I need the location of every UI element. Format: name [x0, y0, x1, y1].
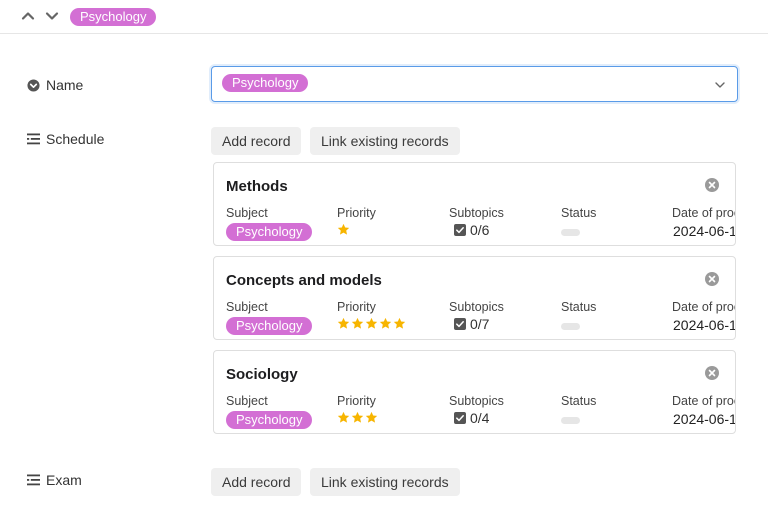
- next-record-button[interactable]: [44, 8, 60, 24]
- record-card[interactable]: Concepts and models Subject Priority Sub…: [213, 256, 736, 340]
- subject-column-label: Subject: [226, 300, 268, 314]
- star-icon: [365, 317, 378, 329]
- priority-column-label: Priority: [337, 300, 376, 314]
- date-value: 2024-06-1: [673, 411, 736, 427]
- record-title: Concepts and models: [226, 272, 382, 289]
- subtopics-progress: 0/7: [454, 316, 489, 332]
- close-circle-icon: [705, 178, 719, 192]
- subtopics-count: 0/6: [470, 222, 490, 238]
- name-field-label: Name: [27, 77, 83, 93]
- list-icon: [27, 474, 40, 486]
- subject-chip: Psychology: [226, 411, 313, 429]
- record-title-chip: Psychology: [70, 8, 157, 26]
- subtopics-column-label: Subtopics: [449, 206, 504, 220]
- subject-column-label: Subject: [226, 394, 268, 408]
- checkbox-icon: [454, 224, 466, 236]
- exam-field-label: Exam: [27, 472, 82, 488]
- date-column-label: Date of proc: [672, 206, 736, 220]
- name-select[interactable]: Psychology: [211, 66, 738, 102]
- schedule-field-label: Schedule: [27, 131, 104, 147]
- previous-record-button[interactable]: [20, 8, 36, 24]
- priority-rating: [337, 411, 378, 424]
- star-icon: [393, 317, 406, 329]
- date-value: 2024-06-1: [673, 223, 736, 239]
- subtopics-progress: 0/4: [454, 410, 489, 426]
- status-empty-pill: [561, 229, 580, 236]
- subtopics-column-label: Subtopics: [449, 394, 504, 408]
- schedule-add-record-button[interactable]: Add record: [211, 127, 302, 155]
- subject-column-label: Subject: [226, 206, 268, 220]
- record-title: Methods: [226, 178, 288, 195]
- name-label-text: Name: [46, 77, 84, 93]
- star-icon: [351, 317, 364, 329]
- date-column-label: Date of proc: [672, 394, 736, 408]
- subtopics-count: 0/7: [470, 316, 490, 332]
- priority-rating: [337, 223, 350, 236]
- date-column-label: Date of proc: [672, 300, 736, 314]
- star-icon: [337, 411, 350, 423]
- schedule-label-text: Schedule: [46, 131, 105, 147]
- top-bar: Psychology: [0, 0, 768, 34]
- status-empty-pill: [561, 323, 580, 330]
- status-column-label: Status: [561, 206, 597, 220]
- priority-column-label: Priority: [337, 206, 376, 220]
- record-title: Sociology: [226, 366, 298, 383]
- status-empty-pill: [561, 417, 580, 424]
- date-value: 2024-06-1: [673, 317, 736, 333]
- subtopics-count: 0/4: [470, 410, 490, 426]
- star-icon: [337, 317, 350, 329]
- remove-record-button[interactable]: [705, 366, 719, 385]
- star-icon: [379, 317, 392, 329]
- checkbox-icon: [454, 318, 466, 330]
- subtopics-column-label: Subtopics: [449, 300, 504, 314]
- exam-label-text: Exam: [46, 472, 82, 488]
- status-column-label: Status: [561, 300, 597, 314]
- priority-rating: [337, 317, 406, 330]
- list-icon: [27, 133, 40, 145]
- star-icon: [351, 411, 364, 423]
- remove-record-button[interactable]: [705, 272, 719, 291]
- circle-chevron-icon: [27, 78, 40, 92]
- subtopics-progress: 0/6: [454, 222, 489, 238]
- chevron-down-icon: [715, 82, 725, 88]
- status-column-label: Status: [561, 394, 597, 408]
- name-value-chip: Psychology: [222, 74, 309, 92]
- close-circle-icon: [705, 272, 719, 286]
- exam-add-record-button[interactable]: Add record: [211, 468, 302, 496]
- chevron-up-icon: [21, 12, 35, 20]
- chevron-down-icon: [45, 12, 59, 20]
- record-card[interactable]: Methods Subject Priority Subtopics Statu…: [213, 162, 736, 246]
- exam-link-existing-button[interactable]: Link existing records: [310, 468, 460, 496]
- checkbox-icon: [454, 412, 466, 424]
- close-circle-icon: [705, 366, 719, 380]
- schedule-link-existing-button[interactable]: Link existing records: [310, 127, 460, 155]
- remove-record-button[interactable]: [705, 178, 719, 197]
- subject-chip: Psychology: [226, 317, 313, 335]
- priority-column-label: Priority: [337, 394, 376, 408]
- subject-chip: Psychology: [226, 223, 313, 241]
- star-icon: [337, 223, 350, 235]
- record-card[interactable]: Sociology Subject Priority Subtopics Sta…: [213, 350, 736, 434]
- star-icon: [365, 411, 378, 423]
